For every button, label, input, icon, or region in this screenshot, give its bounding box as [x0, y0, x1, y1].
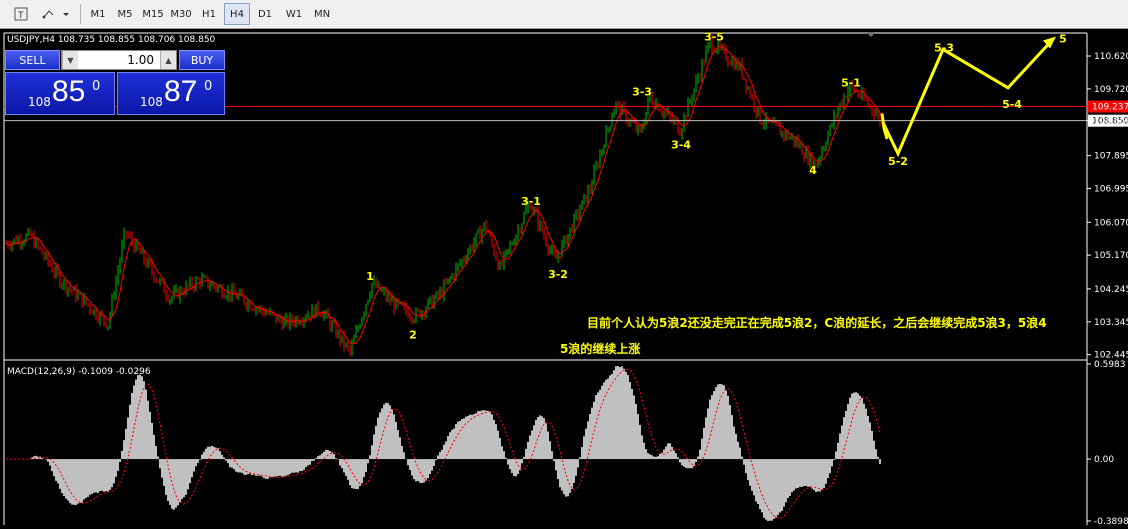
lot-increase-icon[interactable]: ▲ — [160, 51, 176, 69]
price-chart[interactable]: 109.237 108.850 1 2 3-1 3-2 3-3 3-4 3-5 4 5-1 5-2 5… — [0, 29, 1128, 527]
lot-size-field[interactable]: ▼ 1.00 ▲ — [61, 50, 177, 70]
period-button-m15[interactable]: M15 — [140, 3, 166, 25]
price-tick-label: 104.245 — [1094, 285, 1128, 295]
macd-tick-label: -0.3898 — [1094, 517, 1128, 525]
period-button-mn[interactable]: MN — [309, 3, 335, 25]
buy-price-pips: 87 — [164, 75, 198, 108]
macd-tick-label: 0.5983 — [1094, 360, 1126, 370]
period-button-m30[interactable]: M30 — [168, 3, 194, 25]
macd-label: MACD(12,26,9) -0.1009 -0.0296 — [7, 367, 151, 377]
macd-tick-label: 0.00 — [1094, 455, 1114, 465]
wave-label-3-3: 3-3 — [632, 85, 652, 98]
annotation-line-2: 5浪的继续上涨 — [560, 341, 640, 356]
sell-price-pips: 85 — [52, 75, 86, 108]
period-button-d1[interactable]: D1 — [252, 3, 278, 25]
annotation-line-1: 目前个人认为5浪2还没走完正在完成5浪2，C浪的延长，之后会继续完成5浪3，5浪… — [587, 315, 1047, 330]
sell-price-fraction: 0 — [92, 79, 101, 94]
chart-toolbar: T M1 M5 M15 M30 H1 H4 D1 W1 MN — [0, 0, 1128, 29]
period-button-w1[interactable]: W1 — [281, 3, 307, 25]
wave-label-5-4: 5-4 — [1002, 98, 1022, 111]
buy-button[interactable]: BUY — [179, 50, 225, 70]
buy-price-fraction: 0 — [204, 79, 213, 94]
price-tick-label: 105.170 — [1094, 251, 1128, 261]
wave-label-2: 2 — [409, 328, 417, 341]
wave-label-3-2: 3-2 — [548, 268, 568, 281]
price-tick-label: 109.720 — [1094, 85, 1128, 95]
price-tick-label: 103.345 — [1094, 318, 1128, 328]
price-tick-label: 106.995 — [1094, 184, 1128, 194]
price-tick-label: 107.895 — [1094, 152, 1128, 162]
wave-label-5-2: 5-2 — [888, 155, 908, 168]
toolbar-separator — [80, 4, 81, 24]
sell-button[interactable]: SELL — [5, 50, 60, 70]
sell-price-prefix: 108 — [28, 95, 51, 109]
wave-label-5-1: 5-1 — [841, 76, 861, 89]
wave-label-3-5: 3-5 — [704, 31, 724, 44]
price-tick-label: 110.620 — [1094, 52, 1128, 62]
lot-size-value: 1.00 — [127, 53, 154, 67]
wave-label-1: 1 — [366, 270, 374, 283]
price-tick-label: 106.070 — [1094, 218, 1128, 228]
wave-label-3-1: 3-1 — [521, 195, 541, 208]
period-button-h4[interactable]: H4 — [224, 3, 250, 25]
sell-price-box[interactable]: 108 85 0 — [5, 72, 115, 115]
template-icon[interactable]: T — [12, 3, 30, 25]
alert-level-value: 109.237 — [1092, 103, 1128, 113]
buy-price-prefix: 108 — [140, 95, 163, 109]
symbol-info: USDJPY,H4 108.735 108.855 108.706 108.85… — [7, 35, 216, 45]
one-click-trading-panel: SELL ▼ 1.00 ▲ BUY 108 85 0 108 87 0 — [5, 50, 225, 115]
price-tick-label: 108.850 — [1094, 117, 1128, 127]
svg-text:T: T — [17, 11, 24, 21]
wave-label-5-3: 5-3 — [934, 42, 954, 55]
lot-decrease-icon[interactable]: ▼ — [62, 51, 78, 69]
period-button-m1[interactable]: M1 — [85, 3, 111, 25]
buy-price-box[interactable]: 108 87 0 — [117, 72, 225, 115]
wave-label-5: 5 — [1059, 32, 1067, 45]
period-button-h1[interactable]: H1 — [196, 3, 222, 25]
wave-label-3-4: 3-4 — [671, 138, 691, 151]
objects-icon[interactable] — [40, 3, 70, 25]
wave-label-4: 4 — [809, 164, 817, 177]
period-button-m5[interactable]: M5 — [112, 3, 138, 25]
